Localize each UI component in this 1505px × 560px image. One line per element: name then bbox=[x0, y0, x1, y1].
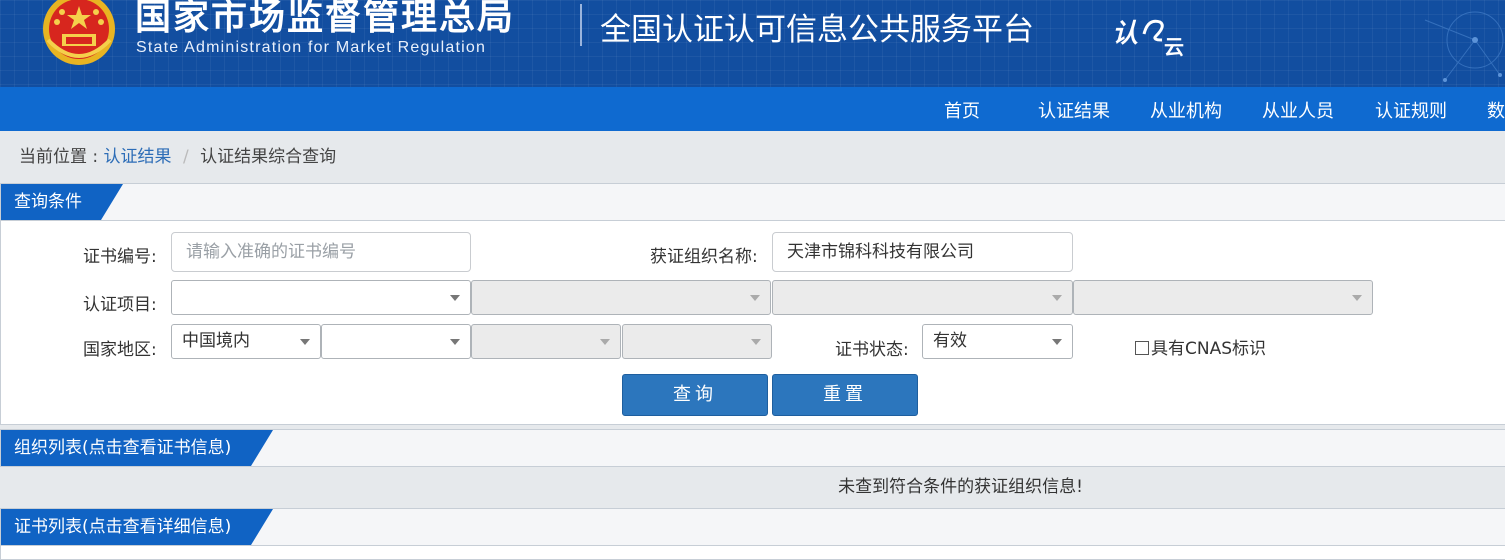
org-list-empty: 未查到符合条件的获证组织信息! bbox=[0, 472, 1505, 497]
cnas-label: 具有CNAS标识 bbox=[1151, 339, 1267, 359]
status-select[interactable]: 有效 bbox=[922, 324, 1073, 359]
cert-list-tab: 证书列表(点击查看详细信息) bbox=[1, 509, 273, 545]
project-select-4[interactable] bbox=[1073, 280, 1373, 315]
status-select-value: 有效 bbox=[933, 331, 967, 351]
cert-list-panel: 证书列表(点击查看详细信息) bbox=[0, 508, 1505, 560]
renzheng-cloud-logo-icon: 认 云 bbox=[1112, 19, 1184, 58]
cert-no-label: 证书编号: bbox=[83, 247, 157, 267]
cert-list-header: 证书列表(点击查看详细信息) bbox=[1, 509, 1505, 546]
svg-text:认: 认 bbox=[1112, 19, 1138, 49]
status-label: 证书状态: bbox=[835, 340, 909, 360]
chevron-down-icon bbox=[450, 339, 460, 345]
region-select-district[interactable] bbox=[622, 324, 772, 359]
site-header: 国家市场监督管理总局 State Administration for Mark… bbox=[0, 0, 1505, 87]
nav-item-home[interactable]: 首页 bbox=[944, 97, 980, 123]
region-select-value: 中国境内 bbox=[182, 331, 250, 351]
empty-message: 未查到符合条件的获证组织信息! bbox=[838, 477, 1083, 497]
org-list-header: 组织列表(点击查看证书信息) bbox=[1, 430, 1505, 467]
breadcrumb: 当前位置 : 认证结果 / 认证结果综合查询 bbox=[19, 142, 336, 167]
nav-item-rules[interactable]: 认证规则 bbox=[1375, 97, 1447, 123]
nav-item-personnel[interactable]: 从业人员 bbox=[1262, 97, 1334, 123]
svg-text:云: 云 bbox=[1164, 35, 1184, 58]
org-name-label: 获证组织名称: bbox=[650, 247, 758, 267]
region-select-province[interactable] bbox=[321, 324, 471, 359]
nav-item-data[interactable]: 数 bbox=[1487, 97, 1505, 123]
cert-no-input[interactable]: 请输入准确的证书编号 bbox=[171, 232, 471, 272]
chevron-down-icon bbox=[600, 339, 610, 345]
org-name-input[interactable]: 天津市锦科科技有限公司 bbox=[772, 232, 1073, 272]
agency-name-en: State Administration for Market Regulati… bbox=[136, 39, 487, 56]
cnas-checkbox[interactable]: 具有CNAS标识 bbox=[1135, 334, 1266, 359]
chevron-down-icon bbox=[300, 339, 310, 345]
org-list-tab: 组织列表(点击查看证书信息) bbox=[1, 430, 273, 466]
breadcrumb-link-cert-results[interactable]: 认证结果 bbox=[104, 147, 172, 167]
chevron-down-icon bbox=[751, 339, 761, 345]
region-select-city[interactable] bbox=[471, 324, 621, 359]
project-select-2[interactable] bbox=[471, 280, 771, 315]
project-select-1[interactable] bbox=[171, 280, 471, 315]
nav-item-cert-results[interactable]: 认证结果 bbox=[1038, 97, 1110, 123]
platform-title: 全国认证认可信息公共服务平台 bbox=[600, 12, 1034, 48]
region-label: 国家地区: bbox=[83, 340, 157, 360]
chevron-down-icon bbox=[1052, 339, 1062, 345]
breadcrumb-separator: / bbox=[182, 147, 189, 167]
search-button[interactable]: 查询 bbox=[622, 374, 768, 416]
chevron-down-icon bbox=[1352, 295, 1362, 301]
agency-name-cn: 国家市场监督管理总局 bbox=[135, 0, 516, 38]
project-select-3[interactable] bbox=[772, 280, 1073, 315]
org-list-panel: 组织列表(点击查看证书信息) bbox=[0, 429, 1505, 467]
query-tab: 查询条件 bbox=[1, 184, 123, 220]
project-label: 认证项目: bbox=[83, 295, 157, 315]
query-panel-header: 查询条件 bbox=[1, 184, 1505, 221]
network-decoration-icon bbox=[1424, 11, 1504, 82]
national-emblem-icon bbox=[43, 0, 115, 65]
chevron-down-icon bbox=[450, 295, 460, 301]
nav-item-institutions[interactable]: 从业机构 bbox=[1150, 97, 1222, 123]
main-nav: 首页 认证结果 从业机构 从业人员 认证规则 数 bbox=[0, 87, 1505, 131]
breadcrumb-prefix: 当前位置 : bbox=[19, 147, 99, 167]
checkbox-icon bbox=[1135, 341, 1149, 355]
chevron-down-icon bbox=[750, 295, 760, 301]
breadcrumb-current: 认证结果综合查询 bbox=[200, 147, 337, 167]
region-select-country[interactable]: 中国境内 bbox=[171, 324, 321, 359]
header-divider bbox=[580, 4, 582, 46]
reset-button[interactable]: 重置 bbox=[772, 374, 918, 416]
chevron-down-icon bbox=[1052, 295, 1062, 301]
